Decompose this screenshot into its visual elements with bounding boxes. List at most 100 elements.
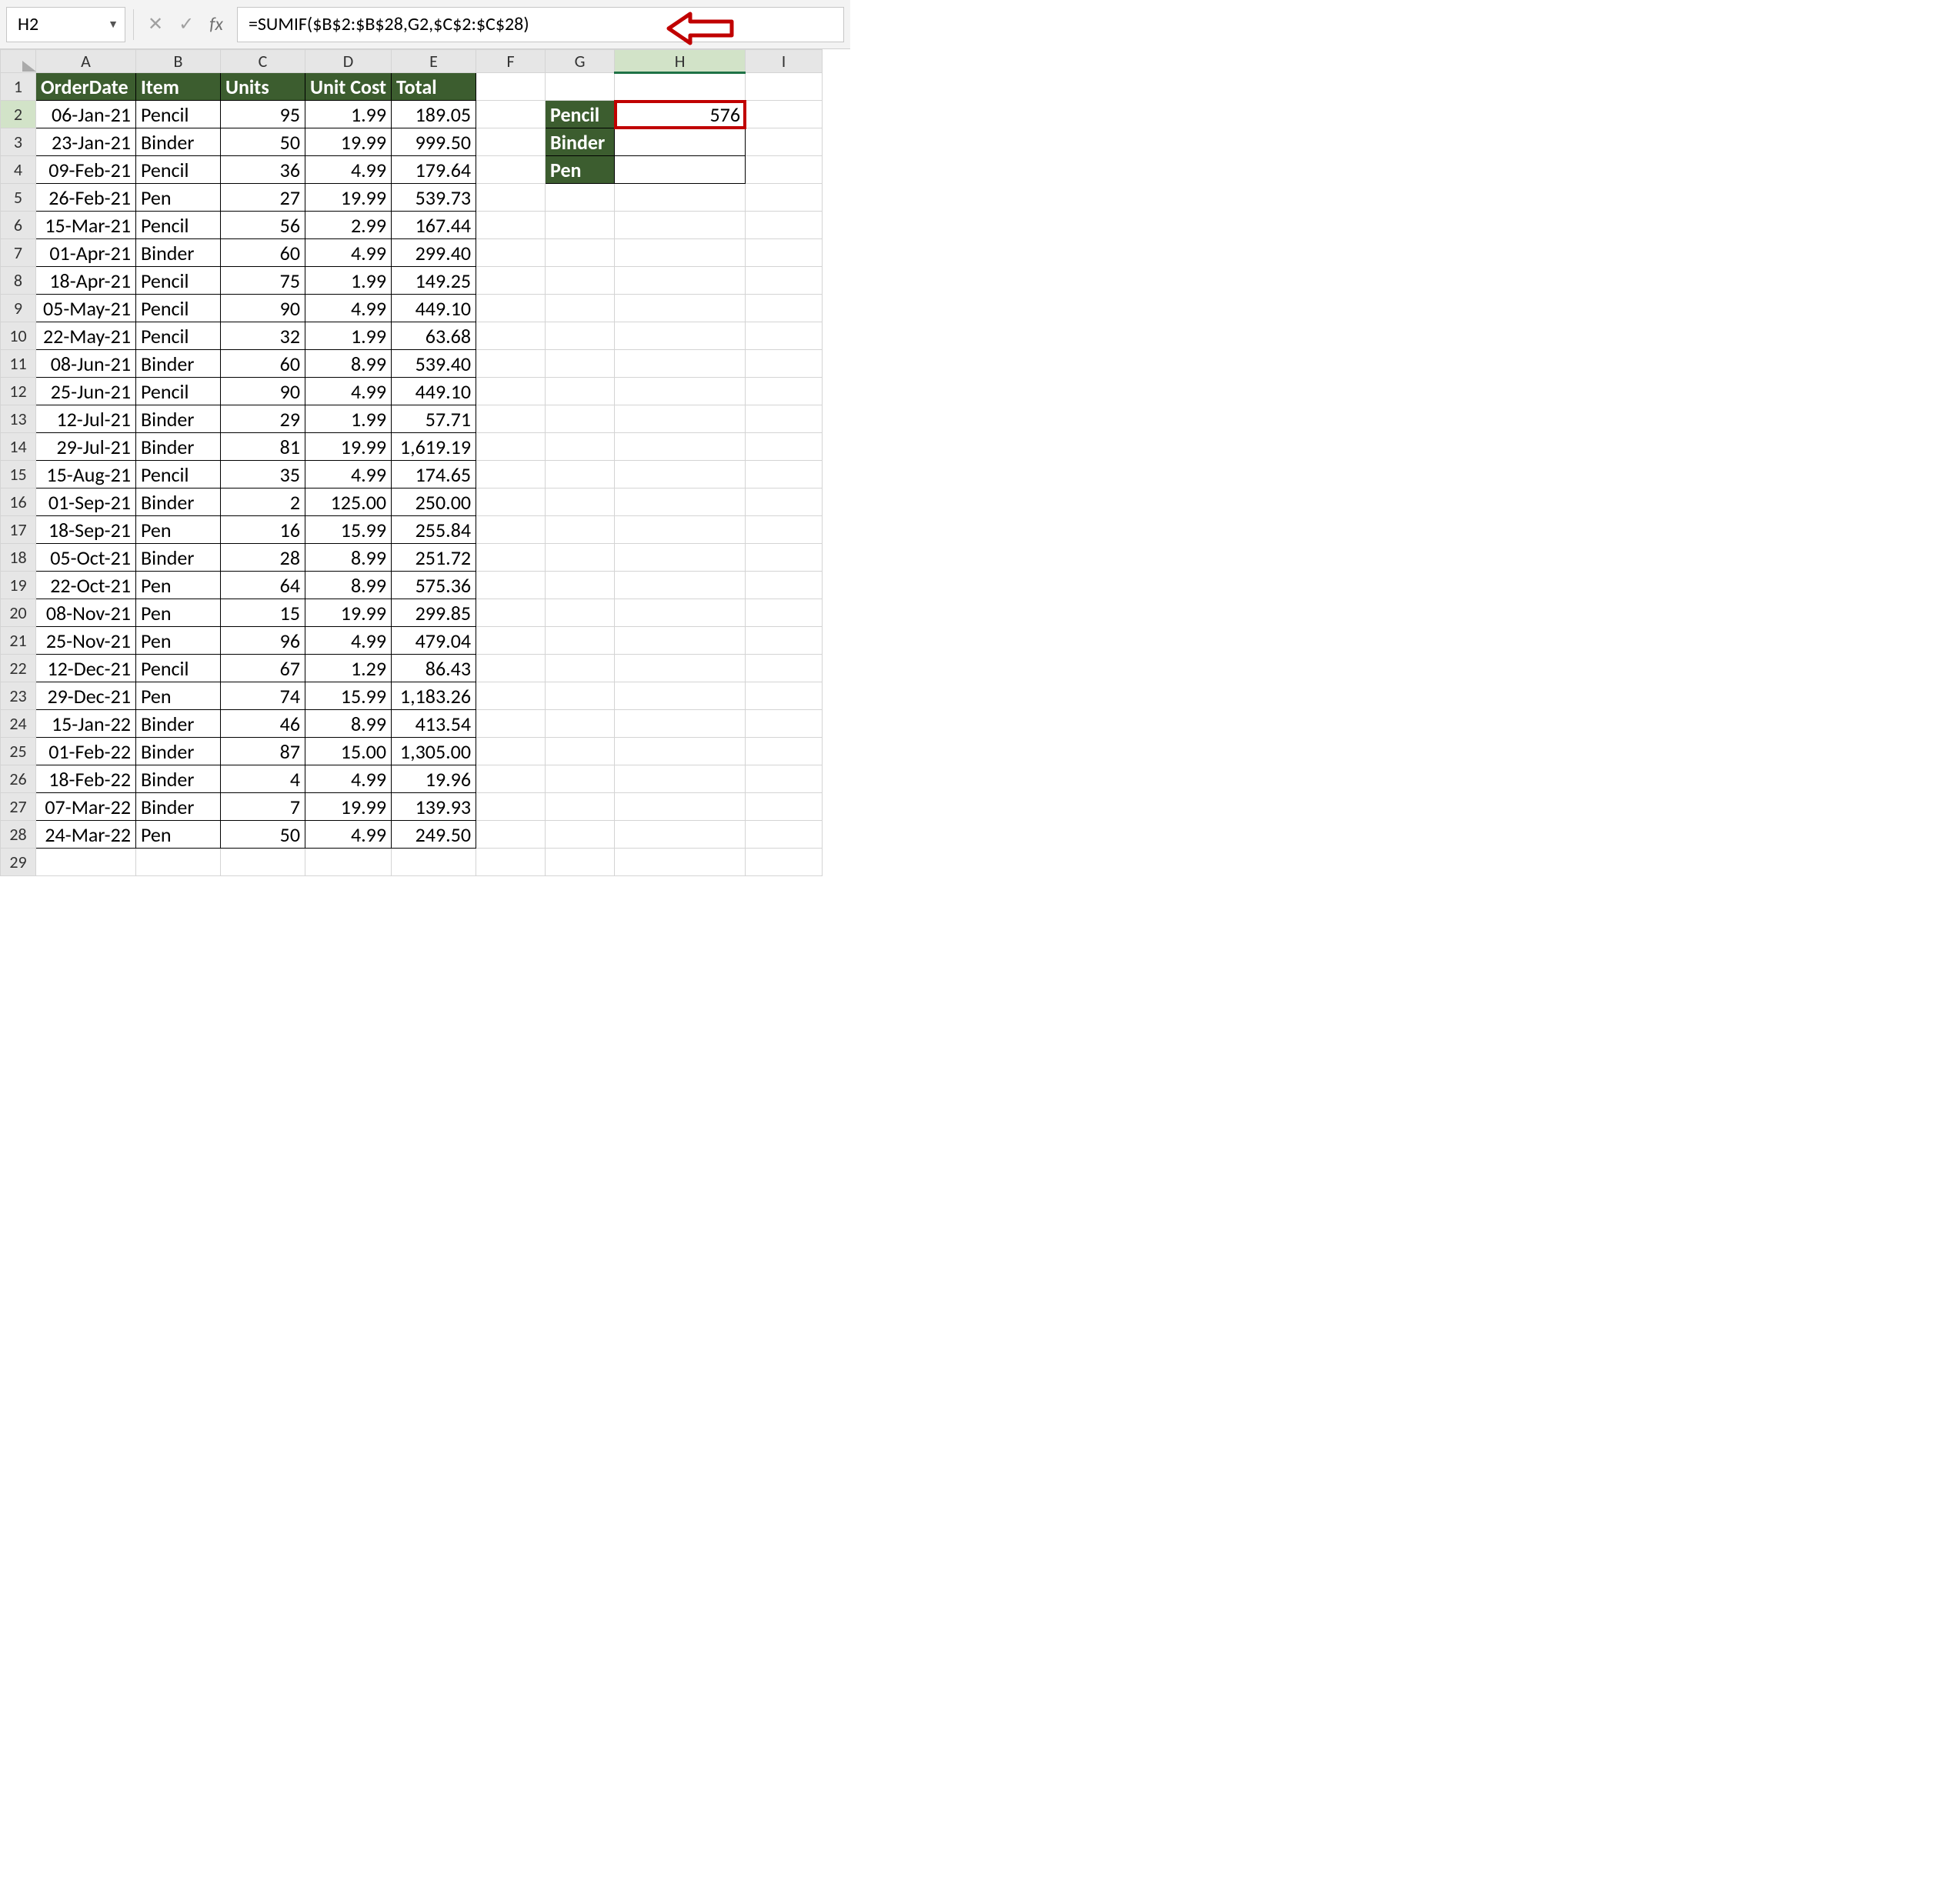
cell-A18[interactable]: 05-Oct-21 [36, 544, 136, 572]
cell-B25[interactable]: Binder [136, 738, 221, 765]
row-header[interactable]: 12 [1, 378, 36, 405]
cell-F20[interactable] [476, 599, 546, 627]
cell-F6[interactable] [476, 212, 546, 239]
cell-H16[interactable] [615, 489, 746, 516]
cell-E16[interactable]: 250.00 [392, 489, 476, 516]
cell-E20[interactable]: 299.85 [392, 599, 476, 627]
cell-G20[interactable] [546, 599, 615, 627]
cell-E25[interactable]: 1,305.00 [392, 738, 476, 765]
cell-I28[interactable] [746, 821, 823, 849]
cell-C6[interactable]: 56 [221, 212, 305, 239]
cell-E9[interactable]: 449.10 [392, 295, 476, 322]
cell-G27[interactable] [546, 793, 615, 821]
cell-C23[interactable]: 74 [221, 682, 305, 710]
cell-C7[interactable]: 60 [221, 239, 305, 267]
cell-B18[interactable]: Binder [136, 544, 221, 572]
cell-G16[interactable] [546, 489, 615, 516]
cell-H2[interactable]: 576 [615, 101, 746, 128]
cell-D4[interactable]: 4.99 [305, 156, 392, 184]
cell-A10[interactable]: 22-May-21 [36, 322, 136, 350]
row-header[interactable]: 21 [1, 627, 36, 655]
cell-B28[interactable]: Pen [136, 821, 221, 849]
column-header-C[interactable]: C [221, 50, 305, 73]
cell-F16[interactable] [476, 489, 546, 516]
cell-G24[interactable] [546, 710, 615, 738]
cell-F21[interactable] [476, 627, 546, 655]
cell-A21[interactable]: 25-Nov-21 [36, 627, 136, 655]
cell-I27[interactable] [746, 793, 823, 821]
cell-E27[interactable]: 139.93 [392, 793, 476, 821]
cell-F2[interactable] [476, 101, 546, 128]
row-header[interactable]: 5 [1, 184, 36, 212]
column-header-A[interactable]: A [36, 50, 136, 73]
cell-C15[interactable]: 35 [221, 461, 305, 489]
cell-I14[interactable] [746, 433, 823, 461]
cell-G4[interactable]: Pen [546, 156, 615, 184]
cell-H3[interactable] [615, 128, 746, 156]
cell-B4[interactable]: Pencil [136, 156, 221, 184]
cell-E26[interactable]: 19.96 [392, 765, 476, 793]
cell-C16[interactable]: 2 [221, 489, 305, 516]
row-header[interactable]: 1 [1, 73, 36, 101]
cell-E11[interactable]: 539.40 [392, 350, 476, 378]
cell-B21[interactable]: Pen [136, 627, 221, 655]
cell-A16[interactable]: 01-Sep-21 [36, 489, 136, 516]
cell-A2[interactable]: 06-Jan-21 [36, 101, 136, 128]
cell-G22[interactable] [546, 655, 615, 682]
row-header[interactable]: 6 [1, 212, 36, 239]
cell-B29[interactable] [136, 849, 221, 876]
row-header[interactable]: 26 [1, 765, 36, 793]
cell-E23[interactable]: 1,183.26 [392, 682, 476, 710]
cell-A11[interactable]: 08-Jun-21 [36, 350, 136, 378]
cell-B11[interactable]: Binder [136, 350, 221, 378]
cell-G9[interactable] [546, 295, 615, 322]
cell-I6[interactable] [746, 212, 823, 239]
cell-I19[interactable] [746, 572, 823, 599]
cell-H21[interactable] [615, 627, 746, 655]
cell-C22[interactable]: 67 [221, 655, 305, 682]
cell-E24[interactable]: 413.54 [392, 710, 476, 738]
cell-A22[interactable]: 12-Dec-21 [36, 655, 136, 682]
cell-I29[interactable] [746, 849, 823, 876]
cell-A14[interactable]: 29-Jul-21 [36, 433, 136, 461]
cell-A23[interactable]: 29-Dec-21 [36, 682, 136, 710]
cell-F1[interactable] [476, 73, 546, 101]
cell-E13[interactable]: 57.71 [392, 405, 476, 433]
cell-H6[interactable] [615, 212, 746, 239]
column-header-E[interactable]: E [392, 50, 476, 73]
cancel-icon[interactable]: ✕ [148, 13, 163, 35]
cell-A7[interactable]: 01-Apr-21 [36, 239, 136, 267]
cell-H4[interactable] [615, 156, 746, 184]
cell-D24[interactable]: 8.99 [305, 710, 392, 738]
cell-I13[interactable] [746, 405, 823, 433]
cell-E10[interactable]: 63.68 [392, 322, 476, 350]
cell-D2[interactable]: 1.99 [305, 101, 392, 128]
cell-B10[interactable]: Pencil [136, 322, 221, 350]
cell-I1[interactable] [746, 73, 823, 101]
row-header[interactable]: 14 [1, 433, 36, 461]
cell-B13[interactable]: Binder [136, 405, 221, 433]
cell-E1[interactable]: Total [392, 73, 476, 101]
cell-G15[interactable] [546, 461, 615, 489]
cell-D5[interactable]: 19.99 [305, 184, 392, 212]
cell-C10[interactable]: 32 [221, 322, 305, 350]
row-header[interactable]: 7 [1, 239, 36, 267]
cell-B12[interactable]: Pencil [136, 378, 221, 405]
cell-G11[interactable] [546, 350, 615, 378]
column-header-G[interactable]: G [546, 50, 615, 73]
cell-G1[interactable] [546, 73, 615, 101]
cell-D7[interactable]: 4.99 [305, 239, 392, 267]
cell-C11[interactable]: 60 [221, 350, 305, 378]
cell-H5[interactable] [615, 184, 746, 212]
row-header[interactable]: 3 [1, 128, 36, 156]
cell-E6[interactable]: 167.44 [392, 212, 476, 239]
cell-B3[interactable]: Binder [136, 128, 221, 156]
row-header[interactable]: 10 [1, 322, 36, 350]
cell-F9[interactable] [476, 295, 546, 322]
cell-I5[interactable] [746, 184, 823, 212]
cell-G23[interactable] [546, 682, 615, 710]
cell-D23[interactable]: 15.99 [305, 682, 392, 710]
cell-G29[interactable] [546, 849, 615, 876]
cell-H18[interactable] [615, 544, 746, 572]
cell-E4[interactable]: 179.64 [392, 156, 476, 184]
